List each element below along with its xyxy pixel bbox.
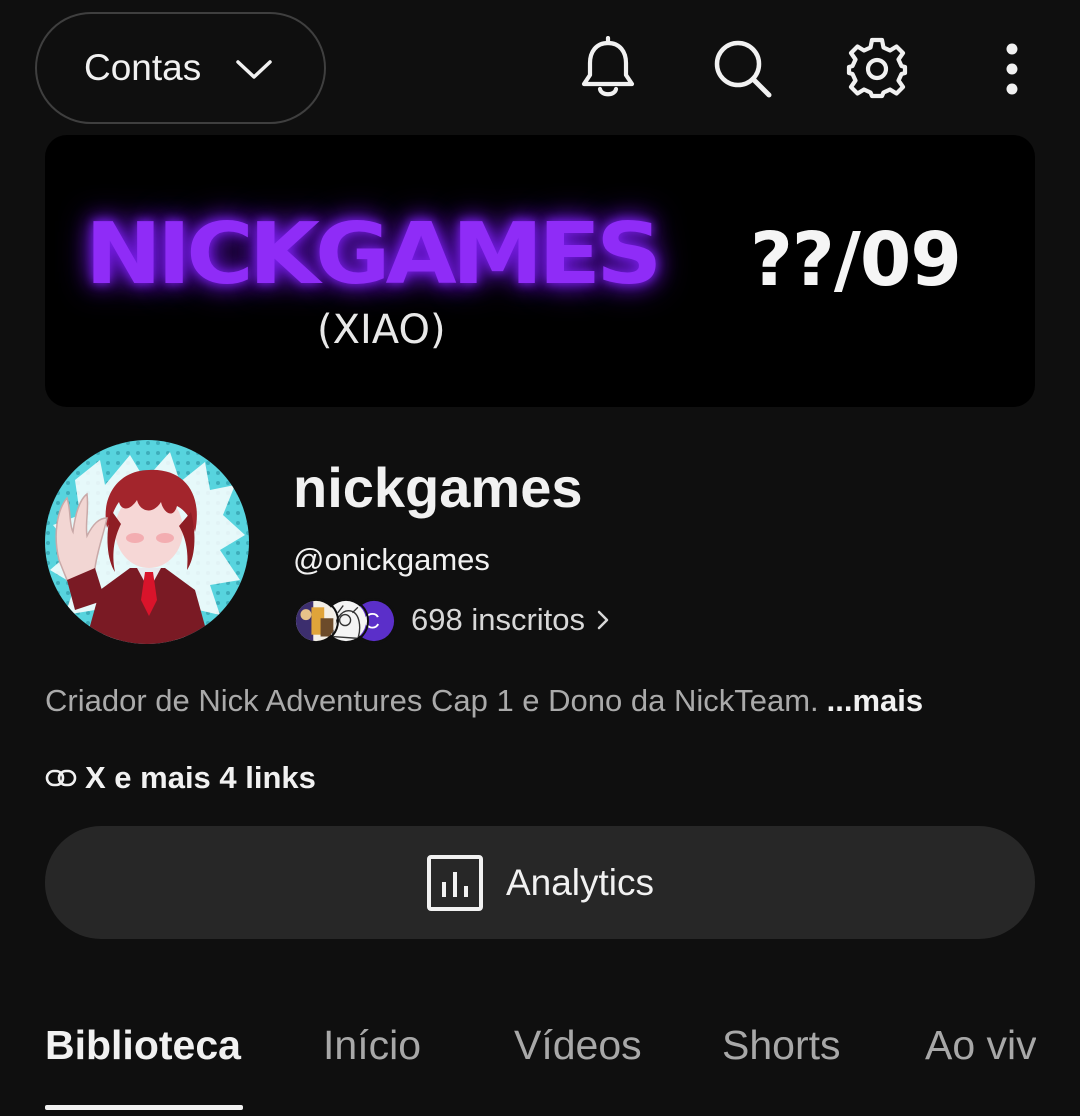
active-tab-indicator: [45, 1105, 243, 1110]
links-label: X e mais 4 links: [85, 760, 316, 795]
search-icon[interactable]: [710, 34, 774, 102]
notifications-bell-icon[interactable]: [576, 34, 640, 102]
tab-inicio[interactable]: Início: [323, 1022, 421, 1069]
tab-ao-vivo[interactable]: Ao vivo: [925, 1022, 1036, 1069]
tab-biblioteca[interactable]: Biblioteca: [45, 1022, 241, 1069]
subscriber-avatar: [293, 598, 339, 644]
analytics-button[interactable]: Analytics: [45, 826, 1035, 939]
subscribers-button[interactable]: C 698 inscritos: [293, 596, 611, 644]
tab-videos[interactable]: Vídeos: [514, 1022, 642, 1069]
description-text: Criador de Nick Adventures Cap 1 e Dono …: [45, 683, 819, 718]
channel-description[interactable]: Criador de Nick Adventures Cap 1 e Dono …: [45, 683, 923, 719]
subscriber-avatars: C: [293, 596, 403, 644]
chevron-down-icon: [236, 60, 272, 79]
channel-avatar[interactable]: [45, 440, 249, 644]
channel-name: nickgames: [293, 456, 583, 519]
subscriber-count: 698 inscritos: [411, 602, 586, 637]
banner-subtitle: (XIAO): [317, 307, 446, 353]
channel-banner: NICKGAMES ??/09 (XIAO): [45, 135, 1035, 407]
channel-tabs: Biblioteca Início Vídeos Shorts Ao vivo: [0, 1000, 1036, 1116]
top-bar: Contas: [0, 0, 1080, 130]
channel-handle: @onickgames: [293, 542, 490, 577]
banner-date: ??/09: [750, 217, 962, 303]
chevron-right-icon: [597, 610, 609, 630]
more-vertical-icon[interactable]: [980, 34, 1044, 102]
channel-links[interactable]: X e mais 4 links: [45, 758, 316, 798]
tab-shorts[interactable]: Shorts: [722, 1022, 841, 1069]
banner-title: NICKGAMES: [85, 205, 662, 304]
more-link[interactable]: ...mais: [827, 683, 924, 718]
analytics-label: Analytics: [505, 861, 655, 903]
link-icon: [45, 769, 77, 787]
analytics-chart-icon: [426, 854, 483, 911]
channel-page: Contas NICKGAMES ??/09 (XIAO) nickgames …: [0, 0, 1080, 1116]
accounts-label: Contas: [84, 47, 202, 88]
settings-gear-icon[interactable]: [845, 34, 909, 102]
accounts-switcher-button[interactable]: Contas: [35, 12, 326, 124]
